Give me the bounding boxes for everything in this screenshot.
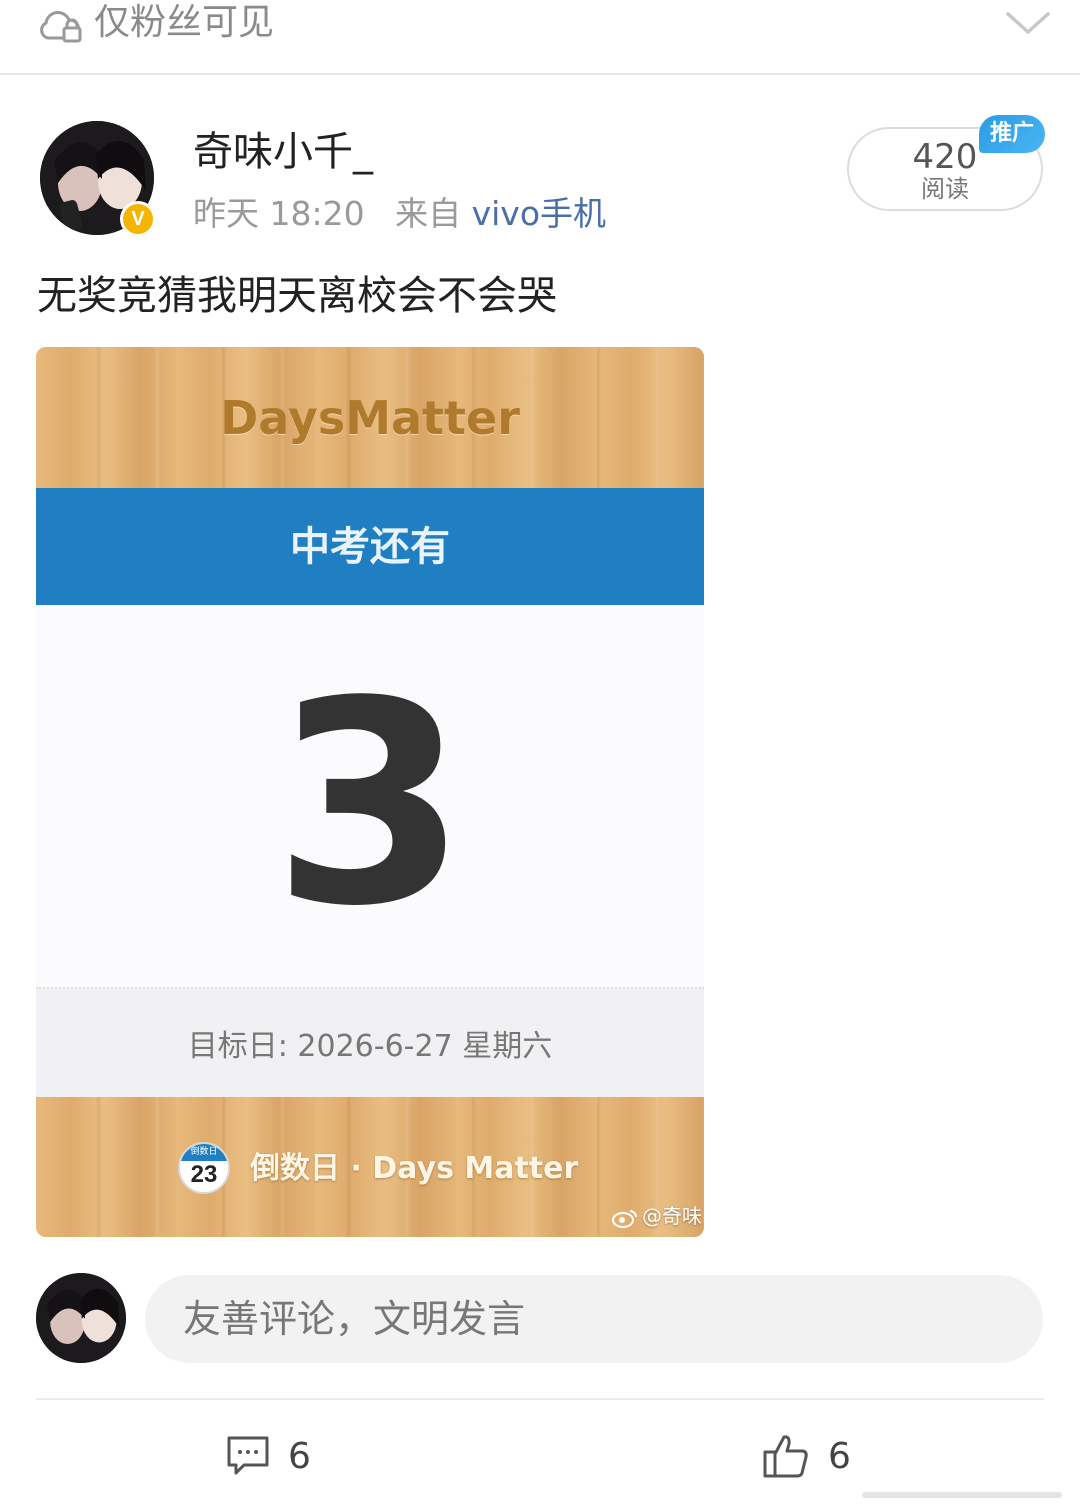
verified-badge: V [120,201,156,237]
promote-badge[interactable]: 推广 [979,115,1045,153]
avatar-photo-small [36,1273,126,1363]
post-time: 昨天 18:20 [193,194,365,233]
calendar-icon-number: 23 [190,1161,218,1188]
brand-footer: 倒数日 · Days Matter [250,1151,579,1186]
divider [36,1398,1044,1400]
author-name[interactable]: 奇味小千_ [193,126,373,178]
thumbs-up-icon [763,1435,808,1478]
visibility-bar[interactable]: 仅粉丝可见 [0,0,1080,75]
lock-cloud-icon [40,11,82,43]
visibility-label: 仅粉丝可见 [94,2,275,43]
event-band: 中考还有 [36,488,704,605]
target-date: 目标日: 2026-6-27 星期六 [187,1029,553,1064]
home-indicator [862,1492,1062,1498]
my-avatar [36,1273,126,1363]
comment-count: 6 [288,1435,311,1477]
image-watermark: @奇味 [612,1202,702,1230]
target-date-panel: 目标日: 2026-6-27 星期六 [36,987,704,1097]
weibo-logo-icon [612,1209,637,1228]
comment-button[interactable]: 6 [226,1428,311,1484]
watermark-text: @奇味 [642,1204,702,1228]
source-device-link[interactable]: vivo手机 [472,194,606,233]
calendar-app-icon: 倒数日 23 [178,1142,230,1194]
chevron-down-icon[interactable] [1004,8,1052,38]
comment-icon [227,1436,269,1475]
read-count-label: 阅读 [921,175,969,203]
wood-header: DaysMatter [36,347,704,489]
post-meta: 昨天 18:20 来自 vivo手机 [193,192,606,236]
like-button[interactable]: 6 [762,1428,851,1484]
count-panel: 3 [36,605,704,987]
source-prefix: 来自 [395,194,462,233]
like-count: 6 [828,1435,851,1477]
event-label: 中考还有 [290,524,450,570]
post-text: 无奖竞猜我明天离校会不会哭 [37,273,557,319]
days-count: 3 [272,642,468,968]
app-title: DaysMatter [220,391,520,445]
comment-input[interactable] [145,1275,1043,1363]
post-image[interactable]: DaysMatter 中考还有 3 目标日: 2026-6-27 星期六 倒数日… [36,347,704,1237]
